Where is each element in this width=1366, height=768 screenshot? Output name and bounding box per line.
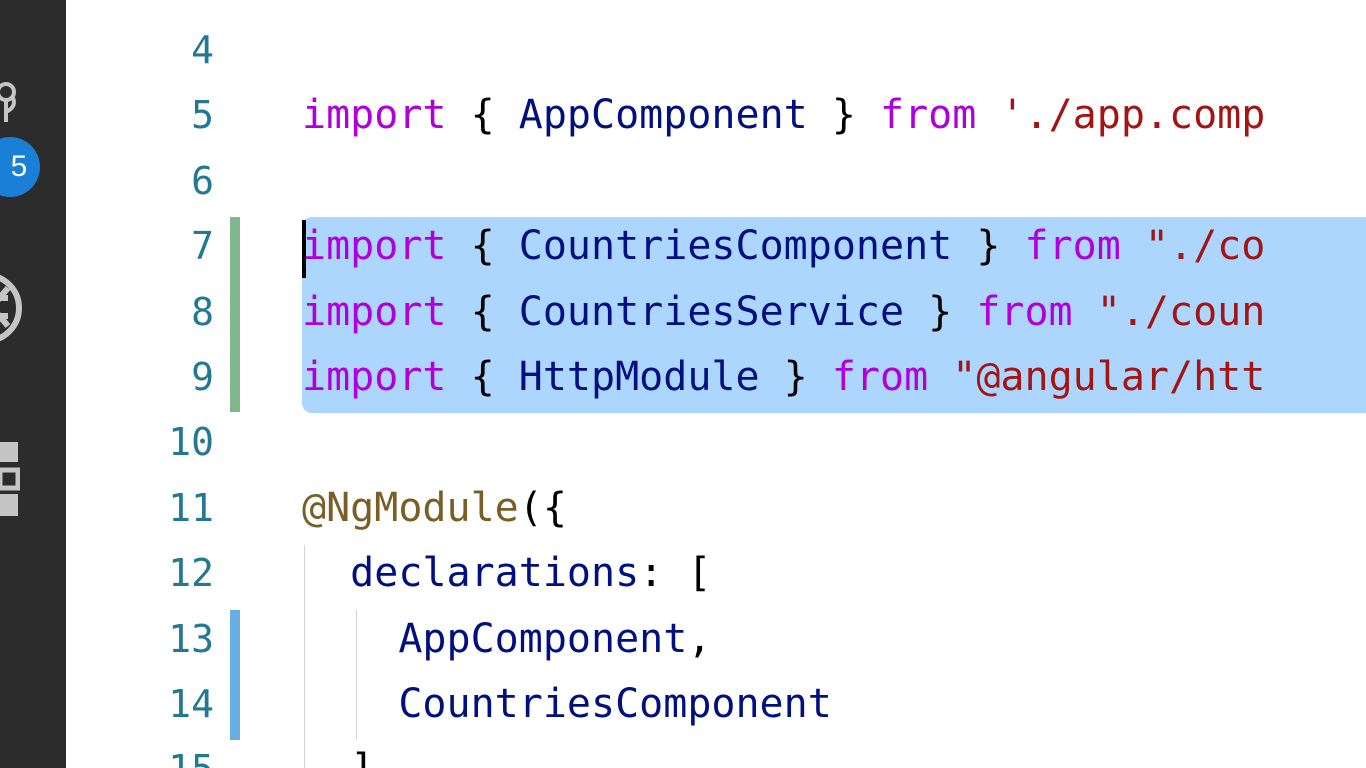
code-line[interactable]: 14 CountriesComponent: [66, 672, 1366, 737]
code-token: import: [302, 288, 447, 335]
line-code: declarations: [: [302, 541, 711, 606]
code-token: {: [446, 92, 519, 139]
code-line[interactable]: 13 AppComponent,: [66, 607, 1366, 672]
code-token: "./co: [1144, 223, 1266, 270]
code-line[interactable]: 12 declarations: [: [66, 541, 1366, 606]
line-code: @NgModule({: [302, 476, 567, 541]
code-token: AppComponent: [518, 92, 808, 139]
code-token: HttpModule: [518, 354, 760, 400]
code-token: import: [302, 223, 447, 270]
code-token: "@angular/htt: [952, 354, 1266, 400]
code-line[interactable]: 11 @NgModule({: [66, 476, 1366, 541]
code-token: from: [831, 354, 929, 400]
code-token: {: [446, 354, 519, 400]
code-line[interactable]: 9 import { HttpModule } from "@angular/ht…: [66, 345, 1366, 410]
line-code: import { CountriesService } from "./coun: [302, 280, 1265, 345]
line-number: 10: [168, 420, 214, 465]
code-line[interactable]: 7 import { CountriesComponent } from "./c…: [66, 214, 1366, 279]
line-number: 9: [191, 355, 214, 399]
line-number: 6: [191, 158, 214, 203]
source-control-icon[interactable]: [0, 82, 22, 126]
code-token: {: [446, 223, 519, 270]
code-token: CountriesComponent: [398, 681, 832, 727]
extensions-icon[interactable]: [0, 442, 20, 518]
code-line[interactable]: 15 ]: [66, 737, 1366, 768]
debug-icon[interactable]: [0, 268, 24, 348]
code-token: }: [952, 223, 1025, 270]
line-code: import { AppComponent } from './app.comp: [302, 83, 1265, 148]
code-token: @NgModule: [302, 484, 519, 531]
code-token: "./coun: [1096, 288, 1266, 335]
code-line[interactable]: 8 import { CountriesService } from "./cou…: [66, 280, 1366, 345]
line-number: 14: [168, 682, 214, 726]
line-code: AppComponent,: [302, 607, 711, 672]
code-token: ({: [518, 484, 567, 531]
code-token: CountriesService: [518, 288, 905, 335]
code-line[interactable]: 6: [66, 149, 1366, 214]
code-token: CountriesComponent: [518, 223, 953, 270]
code-token: }: [904, 288, 977, 335]
code-token: from: [879, 92, 977, 139]
vscode-window: 5 4 5 import { AppComponent } from './app.…: [0, 0, 1366, 768]
code-line[interactable]: 5 import { AppComponent } from './app.com…: [66, 83, 1366, 148]
line-number: 13: [168, 616, 214, 661]
activity-bar: 5: [0, 0, 66, 768]
line-number: 8: [191, 289, 214, 334]
code-token: AppComponent: [398, 615, 688, 662]
line-code: import { HttpModule } from "@angular/htt: [302, 345, 1265, 410]
code-token: ]: [302, 746, 374, 768]
code-token: import: [302, 354, 447, 400]
code-token: import: [302, 92, 447, 139]
code-token: {: [446, 288, 519, 335]
line-number: 7: [191, 224, 214, 269]
code-token: from: [976, 288, 1073, 335]
text-cursor: [302, 220, 306, 278]
code-editor[interactable]: 4 5 import { AppComponent } from './app.co…: [66, 0, 1366, 768]
code-token: declarations: [350, 550, 640, 597]
code-token: from: [1024, 223, 1121, 270]
code-token: }: [759, 354, 832, 400]
line-number: 11: [168, 485, 214, 530]
line-number: 12: [168, 551, 214, 596]
line-number: 5: [191, 93, 214, 138]
line-number: 4: [191, 28, 214, 72]
code-line[interactable]: 4: [66, 18, 1366, 83]
code-token: : [: [639, 550, 712, 597]
code-token: }: [807, 92, 880, 139]
scm-badge: 5: [0, 137, 40, 197]
code-line[interactable]: 10: [66, 410, 1366, 475]
line-number: 15: [126, 737, 214, 768]
code-token: './app.comp: [1000, 92, 1266, 139]
code-token: ,: [687, 615, 712, 662]
line-code: import { CountriesComponent } from "./co: [302, 214, 1265, 279]
line-code: CountriesComponent: [302, 672, 832, 737]
line-code: ]: [302, 737, 374, 768]
